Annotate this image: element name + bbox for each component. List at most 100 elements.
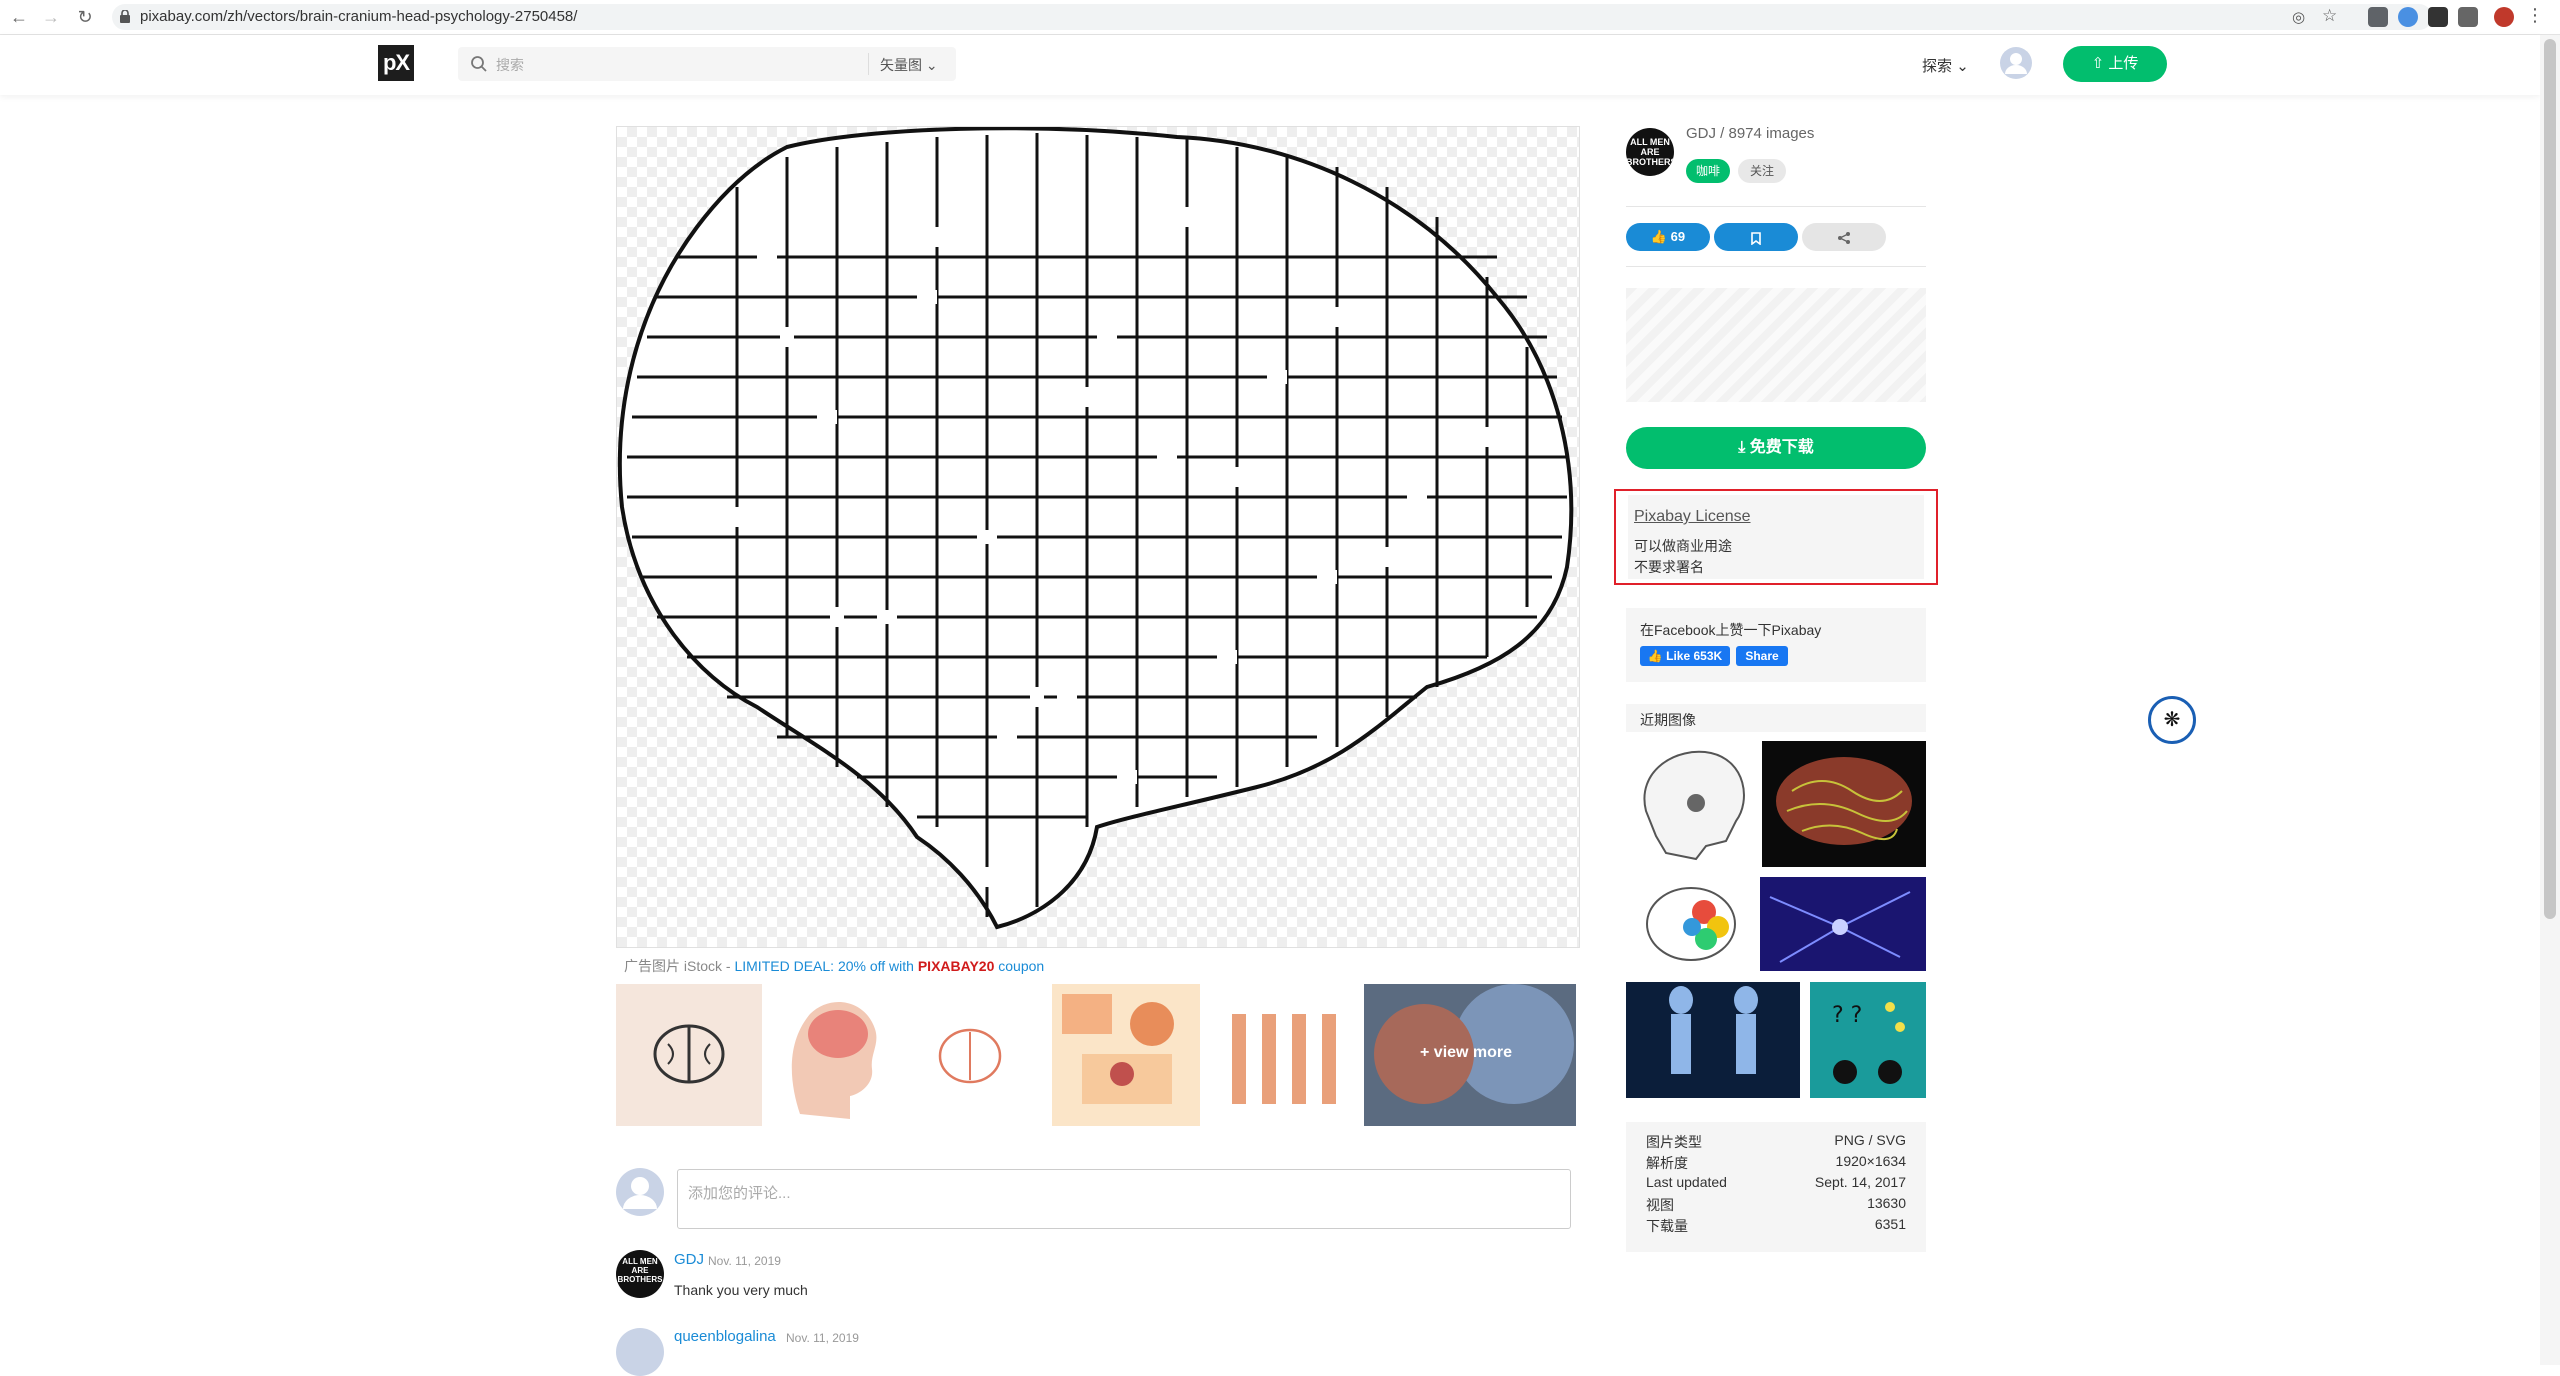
comment-author-name[interactable]: queenblogalina bbox=[674, 1328, 776, 1345]
ad-prefix: 广告图片 iStock - bbox=[624, 958, 735, 974]
search-input[interactable]: 搜索 bbox=[496, 55, 524, 75]
search-bar[interactable]: 搜索 矢量图 ⌄ bbox=[458, 47, 956, 81]
download-icon: ⤓ bbox=[1738, 439, 1746, 456]
comment-date: Nov. 11, 2019 bbox=[708, 1254, 781, 1268]
info-key: 图片类型 bbox=[1646, 1134, 1702, 1150]
free-download-button[interactable]: ⤓ 免费下载 bbox=[1626, 427, 1926, 469]
menu-dots-icon[interactable]: ⋮ bbox=[2526, 5, 2544, 26]
recent-thumb-colorful-brain[interactable] bbox=[1626, 877, 1756, 971]
ad-thumb-brain-line[interactable] bbox=[616, 984, 762, 1126]
author-name-image-count[interactable]: GDJ / 8974 images bbox=[1686, 125, 1814, 142]
pixabay-logo[interactable]: pX bbox=[378, 45, 414, 81]
main-image-brain-maze[interactable] bbox=[616, 126, 1580, 948]
comment-author-avatar[interactable]: ALL MEN ARE BROTHERS bbox=[616, 1250, 664, 1298]
view-more-thumb[interactable]: + view more bbox=[1364, 984, 1576, 1126]
upload-icon: ⇧ bbox=[2091, 55, 2105, 72]
recent-thumb-brain-text[interactable] bbox=[1762, 741, 1926, 867]
image-info-box: 图片类型 PNG / SVG 解析度 1920×1634 Last update… bbox=[1626, 1122, 1926, 1252]
comment-text: Thank you very much bbox=[674, 1282, 808, 1298]
extension-icon[interactable] bbox=[2368, 7, 2388, 27]
info-key: Last updated bbox=[1646, 1174, 1727, 1190]
site-header: pX 搜索 矢量图 ⌄ 探索 ⌄ ⇧ 上传 bbox=[0, 35, 2540, 95]
recent-images-header: 近期图像 bbox=[1626, 704, 1926, 732]
back-icon[interactable]: ← bbox=[8, 6, 30, 28]
thumbs-up-icon: 👍 bbox=[1647, 649, 1663, 663]
ad-thumb-science-illustration[interactable] bbox=[1052, 984, 1200, 1126]
info-key: 视图 bbox=[1646, 1197, 1674, 1213]
coffee-button[interactable]: 咖啡 bbox=[1686, 159, 1730, 183]
ad-thumb-nervous-system[interactable] bbox=[1212, 984, 1352, 1126]
bookmark-button[interactable] bbox=[1714, 223, 1798, 251]
scrollbar-thumb[interactable] bbox=[2544, 39, 2556, 919]
info-value: Sept. 14, 2017 bbox=[1814, 1174, 1906, 1190]
ad-thumb-head-anatomy[interactable] bbox=[770, 984, 890, 1126]
info-value: 13630 bbox=[1867, 1195, 1906, 1211]
comment-author-name[interactable]: GDJ bbox=[674, 1251, 704, 1268]
ad-deal-link[interactable]: LIMITED DEAL: 20% off with bbox=[734, 958, 917, 974]
lock-icon bbox=[120, 9, 130, 23]
thumbs-up-icon: 👍 bbox=[1650, 229, 1668, 244]
recent-thumb-neurons[interactable] bbox=[1760, 877, 1926, 971]
comment-author-avatar[interactable] bbox=[616, 1328, 664, 1376]
svg-text:? ?: ? ? bbox=[1832, 1003, 1862, 1028]
facebook-share-button[interactable]: Share bbox=[1736, 646, 1788, 666]
share-icon bbox=[1838, 232, 1850, 245]
info-value: PNG / SVG bbox=[1834, 1132, 1906, 1148]
license-box-highlight: Pixabay License 可以做商业用途 不要求署名 bbox=[1614, 489, 1938, 585]
browser-toolbar: ← → ↻ pixabay.com/zh/vectors/brain-crani… bbox=[0, 0, 2560, 35]
view-more-label[interactable]: + view more bbox=[1420, 1044, 1512, 1062]
search-type-dropdown[interactable]: 矢量图 ⌄ bbox=[880, 55, 938, 75]
ad-placeholder bbox=[1626, 288, 1926, 402]
profile-icon[interactable] bbox=[2494, 7, 2514, 27]
explore-label: 探索 bbox=[1922, 58, 1953, 75]
page-scrollbar[interactable] bbox=[2540, 35, 2560, 1365]
license-commercial-use: 可以做商业用途 bbox=[1634, 538, 1732, 554]
eye-off-icon[interactable]: ◎ bbox=[2292, 8, 2305, 26]
divider bbox=[1626, 206, 1926, 207]
ad-coupon-code[interactable]: PIXABAY20 bbox=[918, 958, 995, 974]
facebook-like-label: Like 653K bbox=[1666, 649, 1723, 663]
reload-icon[interactable]: ↻ bbox=[74, 6, 96, 28]
upload-button[interactable]: ⇧ 上传 bbox=[2063, 46, 2167, 82]
facebook-like-button[interactable]: 👍 Like 653K bbox=[1640, 646, 1730, 666]
ad-thumb-brain-outline[interactable] bbox=[900, 984, 1040, 1126]
comment-date: Nov. 11, 2019 bbox=[786, 1331, 859, 1345]
divider bbox=[1626, 266, 1926, 267]
chevron-down-icon: ⌄ bbox=[925, 57, 938, 73]
extension-globe-icon[interactable] bbox=[2398, 7, 2418, 27]
comment-input[interactable]: 添加您的评论... bbox=[677, 1169, 1571, 1229]
puzzle-icon[interactable] bbox=[2458, 7, 2478, 27]
follow-button[interactable]: 关注 bbox=[1738, 159, 1786, 183]
floating-deer-icon[interactable]: ❋ bbox=[2148, 696, 2196, 744]
explore-menu[interactable]: 探索 ⌄ bbox=[1922, 55, 1969, 76]
search-type-label: 矢量图 bbox=[880, 57, 922, 73]
download-label: 免费下载 bbox=[1749, 439, 1814, 456]
recent-thumb-question-heads[interactable]: ? ? bbox=[1810, 982, 1926, 1098]
info-value: 6351 bbox=[1874, 1216, 1906, 1232]
user-avatar[interactable] bbox=[2000, 47, 2032, 79]
ad-suffix[interactable]: coupon bbox=[994, 958, 1044, 974]
info-key: 下载量 bbox=[1646, 1218, 1688, 1234]
info-key: 解析度 bbox=[1646, 1155, 1688, 1171]
bookmark-icon bbox=[1751, 231, 1761, 246]
recent-thumb-skeleton[interactable] bbox=[1626, 982, 1800, 1098]
address-bar[interactable]: pixabay.com/zh/vectors/brain-cranium-hea… bbox=[112, 4, 2432, 30]
comment-user-avatar bbox=[616, 1168, 664, 1216]
like-count: 69 bbox=[1670, 229, 1686, 244]
recent-images-title: 近期图像 bbox=[1640, 712, 1696, 728]
license-no-attribution: 不要求署名 bbox=[1634, 559, 1704, 575]
recent-thumb-skull[interactable] bbox=[1626, 741, 1756, 867]
url-text: pixabay.com/zh/vectors/brain-cranium-hea… bbox=[140, 8, 578, 25]
author-avatar[interactable]: ALL MEN ARE BROTHERS bbox=[1626, 128, 1674, 176]
forward-icon[interactable]: → bbox=[40, 6, 62, 28]
extension-icon[interactable] bbox=[2428, 7, 2448, 27]
share-button[interactable] bbox=[1802, 223, 1886, 251]
license-link[interactable]: Pixabay License bbox=[1634, 508, 1751, 526]
facebook-box: 在Facebook上赞一下Pixabay 👍 Like 653K Share bbox=[1626, 608, 1926, 682]
like-button[interactable]: 👍 69 bbox=[1626, 223, 1710, 251]
chevron-down-icon: ⌄ bbox=[1956, 58, 1969, 75]
upload-label: 上传 bbox=[2108, 55, 2139, 72]
star-icon[interactable]: ☆ bbox=[2322, 6, 2337, 26]
comment-placeholder: 添加您的评论... bbox=[688, 1185, 791, 1202]
search-icon bbox=[470, 55, 488, 78]
